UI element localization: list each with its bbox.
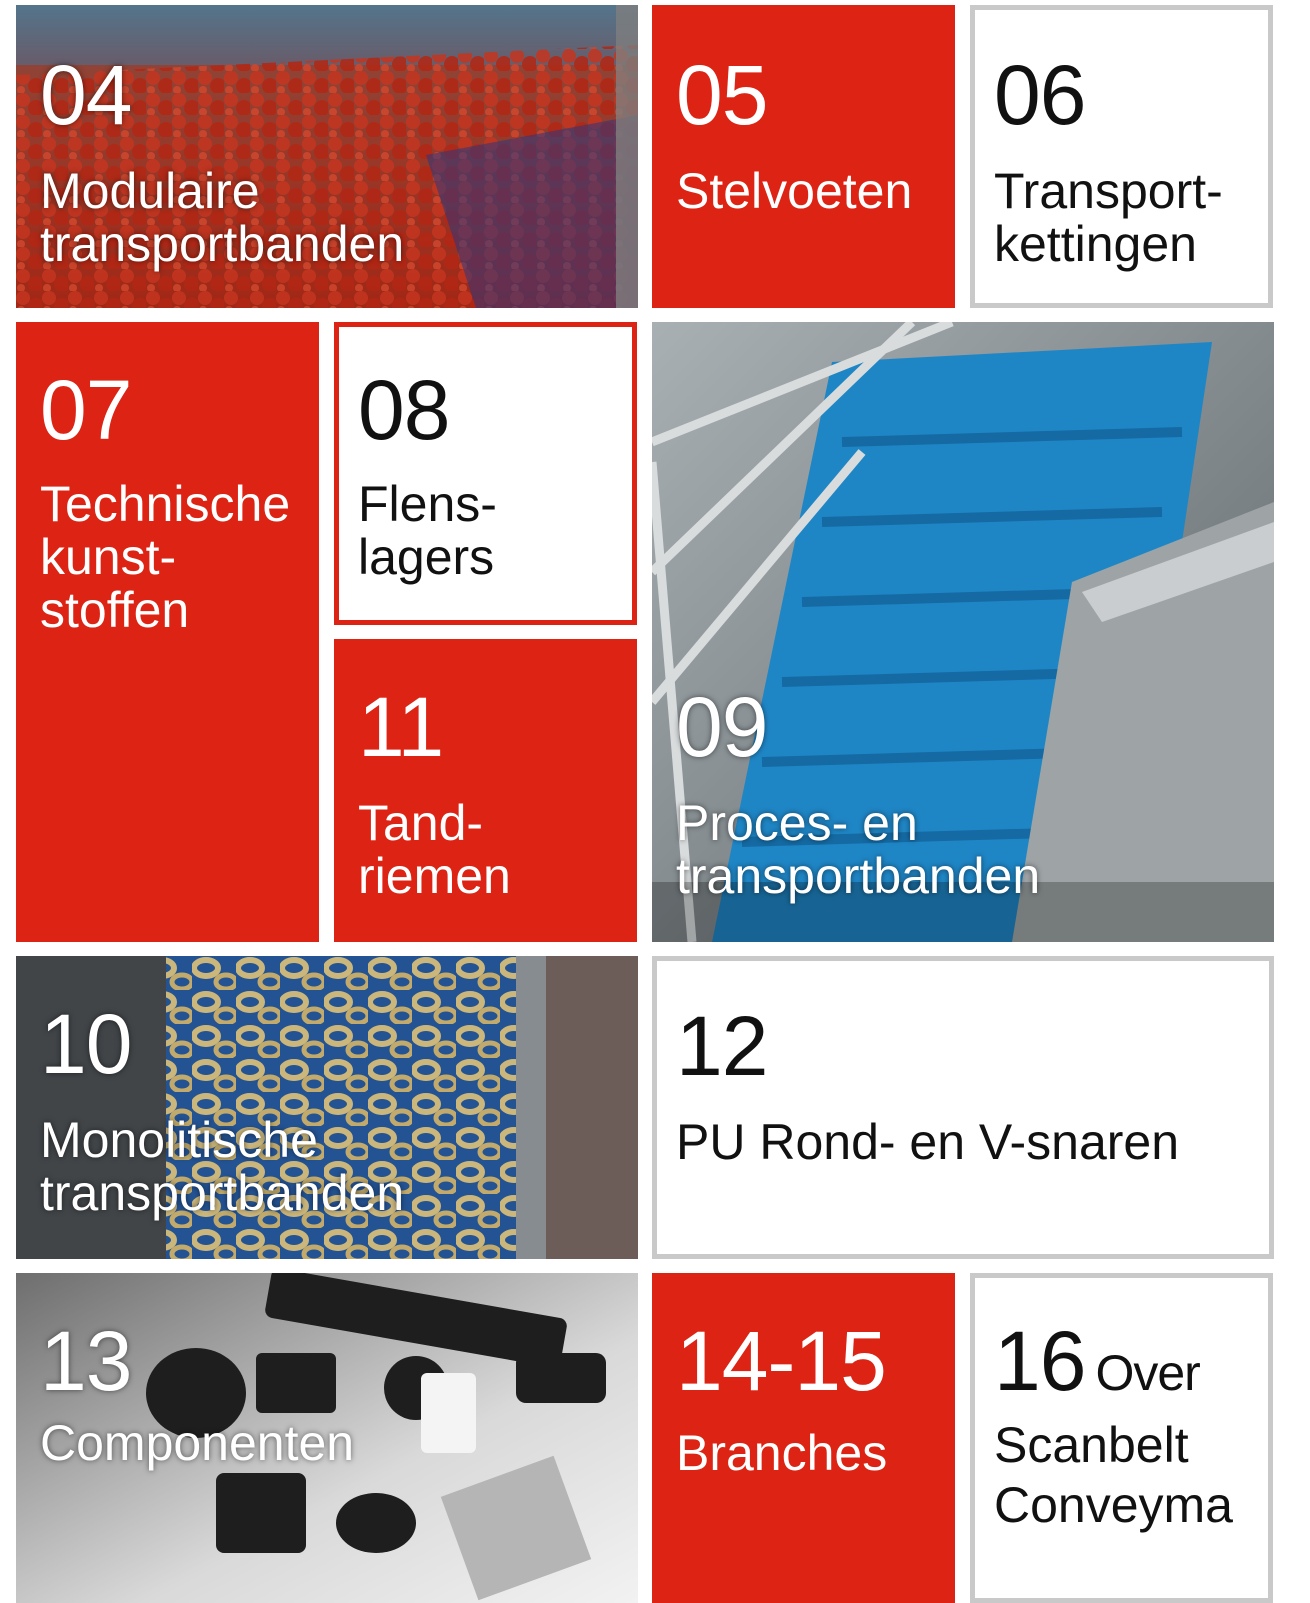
tile-06-transportkettingen[interactable]: 06 Transport- kettingen [970, 5, 1273, 308]
tile-label: Flens- lagers [358, 476, 497, 585]
tile-08-flenslagers[interactable]: 08 Flens- lagers [334, 322, 637, 625]
tile-07-technische-kunststoffen[interactable]: 07 Technische kunst- stoffen [16, 322, 319, 942]
tile-number: 06 [994, 48, 1086, 142]
tile-number: 10 [40, 997, 132, 1091]
tile-label: Transport- kettingen [994, 163, 1223, 272]
tile-number: 04 [40, 48, 132, 142]
tile-number: 14-15 [676, 1314, 887, 1408]
tile-label: Branches [676, 1425, 888, 1481]
tile-number: 12 [676, 999, 768, 1093]
tile-16-over-scanbelt-conveyma[interactable]: 16 Over Scanbelt Conveyma [970, 1273, 1273, 1603]
tile-number: 09 [676, 680, 768, 774]
tile-label: Technische kunst- stoffen [40, 476, 291, 638]
tile-number: 05 [676, 48, 768, 142]
tile-number: 07 [40, 363, 132, 457]
tile-label: Stelvoeten [676, 163, 913, 219]
tile-label: Monolitische transportbanden [40, 1112, 405, 1221]
tile-04-modulaire-transportbanden[interactable]: 04 Modulaire transportbanden [16, 5, 638, 308]
tile-label: Modulaire transportbanden [40, 163, 405, 272]
tile-05-stelvoeten[interactable]: 05 Stelvoeten [652, 5, 955, 308]
tile-12-pu-rond-en-v-snaren[interactable]: 12 PU Rond- en V-snaren [652, 956, 1274, 1259]
tile-label: Tand- riemen [358, 795, 511, 904]
tile-09-proces-en-transportbanden[interactable]: 09 Proces- en transportbanden [652, 322, 1274, 942]
tile-label-inline: Over [1095, 1345, 1200, 1401]
tile-label: Proces- en transportbanden [676, 795, 1041, 904]
tile-label: PU Rond- en V-snaren [676, 1114, 1180, 1170]
tile-number: 08 [358, 363, 450, 457]
tile-number: 16 Over [994, 1319, 1201, 1403]
tile-11-tandriemen[interactable]: 11 Tand- riemen [334, 639, 637, 942]
tile-10-monolitische-transportbanden[interactable]: 10 Monolitische transportbanden [16, 956, 638, 1259]
tile-label: Componenten [40, 1415, 355, 1471]
tile-label: Scanbelt Conveyma [994, 1417, 1233, 1533]
tile-number: 11 [358, 680, 444, 774]
tile-14-15-branches[interactable]: 14-15 Branches [652, 1273, 955, 1603]
tile-13-componenten[interactable]: 13 Componenten [16, 1273, 638, 1603]
tile-number: 13 [40, 1314, 132, 1408]
tile-number-value: 16 [994, 1314, 1086, 1408]
